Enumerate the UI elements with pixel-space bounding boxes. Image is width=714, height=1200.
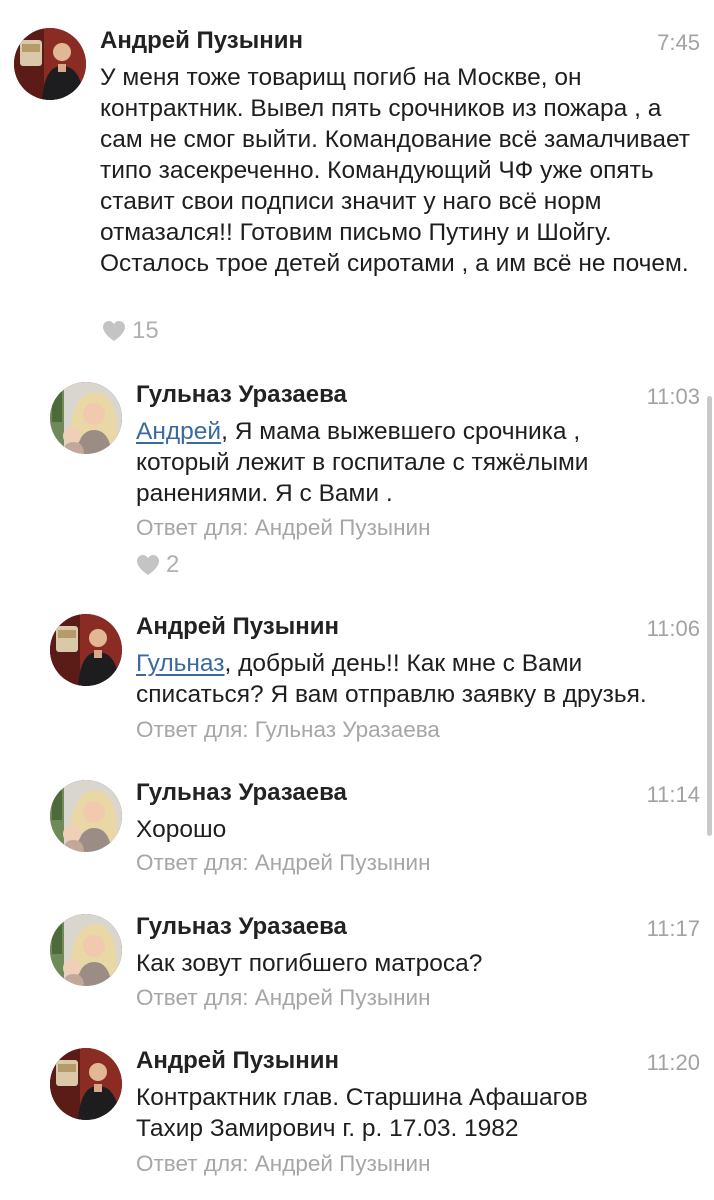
heart-icon [136, 554, 160, 576]
mention-link[interactable]: Гульназ [136, 650, 225, 677]
comment-text: Хорошо [136, 816, 227, 843]
heart-icon [102, 320, 126, 342]
scrollbar[interactable] [707, 396, 712, 836]
comment-text: Гульназ, добрый день!! Как мне с Вами сп… [136, 648, 706, 710]
like-button[interactable]: 15 [102, 316, 159, 346]
avatar[interactable] [50, 780, 122, 852]
comment-text: Контрактник глав. Старшина Афашагов Тахи… [136, 1084, 588, 1142]
avatar[interactable] [50, 382, 122, 454]
like-count: 2 [166, 551, 180, 578]
avatar[interactable] [50, 1048, 122, 1120]
avatar-photo [50, 914, 122, 986]
author-name[interactable]: Гульназ Уразаева [136, 778, 347, 808]
avatar[interactable] [50, 614, 122, 686]
author-name[interactable]: Гульназ Уразаева [136, 912, 347, 942]
avatar-photo [50, 780, 122, 852]
comment-time: 11:06 [646, 616, 700, 641]
comment-time: 11:20 [646, 1050, 700, 1075]
comment-time: 7:45 [657, 30, 700, 55]
author-name[interactable]: Гульназ Уразаева [136, 380, 347, 410]
comment-text: У меня тоже товарищ погиб на Москве, он … [100, 64, 690, 277]
like-count: 15 [132, 317, 159, 344]
comment-time: 11:14 [646, 782, 700, 807]
author-name[interactable]: Андрей Пузынин [136, 1046, 339, 1076]
avatar-photo [14, 28, 86, 100]
comment-text: Как зовут погибшего матроса? [136, 950, 483, 977]
avatar-photo [50, 614, 122, 686]
reply-to-label[interactable]: Ответ для: Андрей Пузынин [136, 983, 431, 1013]
avatar-photo [50, 382, 122, 454]
reply-to-label[interactable]: Ответ для: Андрей Пузынин [136, 1149, 431, 1179]
reply-to-label[interactable]: Ответ для: Андрей Пузынин [136, 848, 431, 878]
comment-time: 11:17 [646, 916, 700, 941]
avatar[interactable] [14, 28, 86, 100]
comment-text: Андрей, Я мама выжевшего срочника , кото… [136, 416, 636, 509]
avatar[interactable] [50, 914, 122, 986]
reply-to-label[interactable]: Ответ для: Гульназ Уразаева [136, 715, 440, 745]
author-name[interactable]: Андрей Пузынин [100, 26, 303, 56]
author-name[interactable]: Андрей Пузынин [136, 612, 339, 642]
like-button[interactable]: 2 [136, 550, 179, 580]
avatar-photo [50, 1048, 122, 1120]
mention-link[interactable]: Андрей [136, 418, 221, 445]
comment-time: 11:03 [646, 384, 700, 409]
reply-to-label[interactable]: Ответ для: Андрей Пузынин [136, 513, 431, 543]
